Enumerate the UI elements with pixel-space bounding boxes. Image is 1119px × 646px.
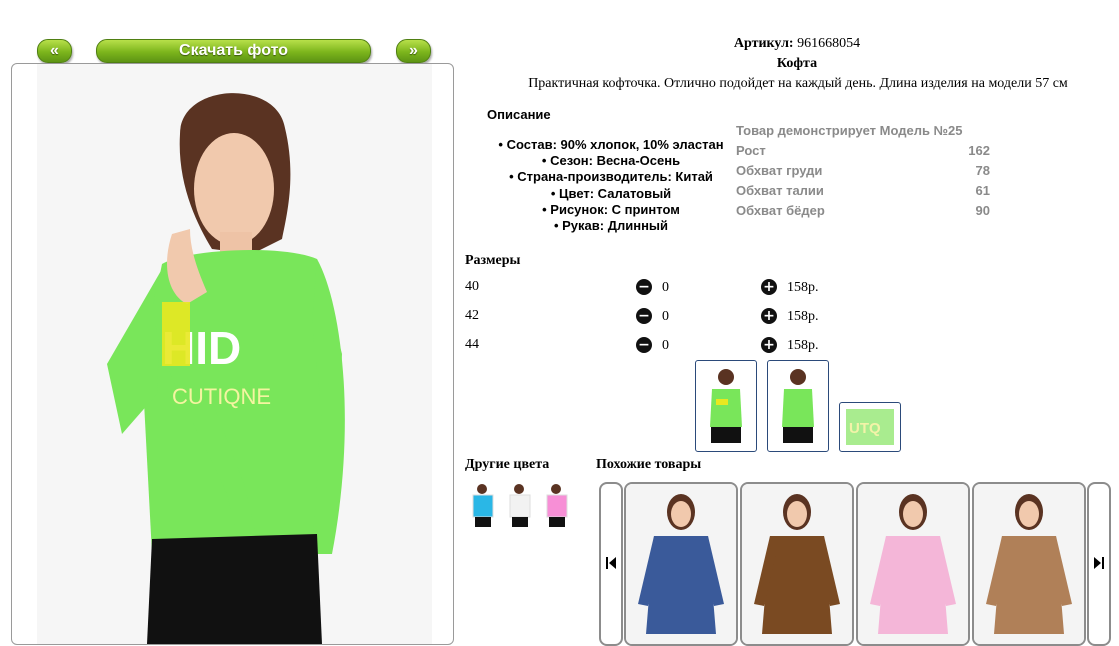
other-colors-list bbox=[466, 482, 576, 528]
article-label: Артикул: bbox=[733, 36, 794, 51]
model-row: Обхват бёдер 90 bbox=[736, 203, 990, 218]
size-label: 40 bbox=[465, 279, 479, 294]
thumbnail-image: UTQ bbox=[846, 409, 894, 445]
similar-product-image bbox=[974, 484, 1084, 644]
other-colors-heading: Другие цвета bbox=[465, 457, 550, 472]
photo-thumbnail[interactable]: UTQ bbox=[839, 402, 901, 452]
feature-item: Цвет: Салатовый bbox=[470, 186, 752, 202]
other-colors-swatches bbox=[472, 484, 568, 527]
size-price: 158р. bbox=[787, 309, 819, 324]
model-row: Обхват груди 78 bbox=[736, 163, 990, 178]
svg-text:CUTIQNE: CUTIQNE bbox=[172, 384, 271, 409]
plus-icon[interactable]: + bbox=[761, 308, 777, 324]
sizes-heading: Размеры bbox=[465, 253, 521, 268]
other-color-thumbnail[interactable] bbox=[509, 484, 531, 527]
minus-icon[interactable]: − bbox=[636, 308, 652, 324]
similar-product-image bbox=[742, 484, 852, 644]
thumbnail-image bbox=[782, 369, 814, 443]
feature-item: Рисунок: С принтом bbox=[470, 202, 752, 218]
download-photo-button[interactable]: Скачать фото bbox=[96, 39, 371, 63]
plus-icon[interactable]: + bbox=[761, 279, 777, 295]
model-heading: Товар демонстрирует Модель №25 bbox=[736, 123, 963, 138]
product-title: Кофта bbox=[776, 56, 818, 71]
similar-product-image bbox=[858, 484, 968, 644]
other-color-thumbnail[interactable] bbox=[546, 484, 568, 527]
size-row-40: 40 − 0 + 158р. bbox=[465, 279, 845, 299]
main-photo-image: HID CUTIQNE bbox=[37, 64, 432, 644]
minus-icon[interactable]: − bbox=[636, 279, 652, 295]
size-label: 42 bbox=[465, 308, 479, 323]
size-quantity: 0 bbox=[662, 338, 669, 353]
similar-product-card[interactable] bbox=[624, 482, 738, 646]
similar-product-card[interactable] bbox=[856, 482, 970, 646]
article-value: 961668054 bbox=[797, 36, 861, 51]
plus-icon[interactable]: + bbox=[761, 337, 777, 353]
skip-forward-icon bbox=[1094, 557, 1104, 569]
size-row-42: 42 − 0 + 158р. bbox=[465, 308, 845, 328]
product-subtitle: Практичная кофточка. Отлично подойдет на… bbox=[528, 76, 1068, 91]
description-heading: Описание bbox=[487, 107, 551, 122]
carousel-prev-button[interactable] bbox=[599, 482, 623, 646]
feature-item: Сезон: Весна-Осень bbox=[470, 153, 752, 169]
size-quantity: 0 bbox=[662, 309, 669, 324]
size-row-44: 44 − 0 + 158р. bbox=[465, 337, 845, 357]
main-photo: HID CUTIQNE bbox=[11, 63, 454, 645]
size-price: 158р. bbox=[787, 280, 819, 295]
similar-product-card[interactable] bbox=[740, 482, 854, 646]
feature-item: Рукав: Длинный bbox=[470, 218, 752, 234]
svg-text:UTQ: UTQ bbox=[849, 420, 881, 437]
feature-list: Состав: 90% хлопок, 10% эластан Сезон: В… bbox=[470, 137, 752, 234]
feature-item: Состав: 90% хлопок, 10% эластан bbox=[470, 137, 752, 153]
model-row: Обхват талии 61 bbox=[736, 183, 990, 198]
size-label: 44 bbox=[465, 337, 479, 352]
photo-thumbnail[interactable] bbox=[767, 360, 829, 452]
next-photo-button[interactable]: » bbox=[396, 39, 431, 63]
carousel-next-button[interactable] bbox=[1087, 482, 1111, 646]
model-measurements: Товар демонстрирует Модель №25 Рост 162 О… bbox=[736, 121, 990, 221]
size-quantity: 0 bbox=[662, 280, 669, 295]
skip-back-icon bbox=[606, 557, 616, 569]
minus-icon[interactable]: − bbox=[636, 337, 652, 353]
model-row: Рост 162 bbox=[736, 143, 990, 158]
other-color-thumbnail[interactable] bbox=[472, 484, 494, 527]
similar-product-image bbox=[626, 484, 736, 644]
size-price: 158р. bbox=[787, 338, 819, 353]
similar-product-card[interactable] bbox=[972, 482, 1086, 646]
thumbnail-image bbox=[710, 369, 742, 443]
article-line: Артикул: 961668054 bbox=[465, 36, 1119, 52]
photo-thumbnail[interactable] bbox=[695, 360, 757, 452]
similar-heading: Похожие товары bbox=[596, 457, 702, 472]
prev-photo-button[interactable]: « bbox=[37, 39, 72, 63]
feature-item: Страна-производитель: Китай bbox=[470, 169, 752, 185]
